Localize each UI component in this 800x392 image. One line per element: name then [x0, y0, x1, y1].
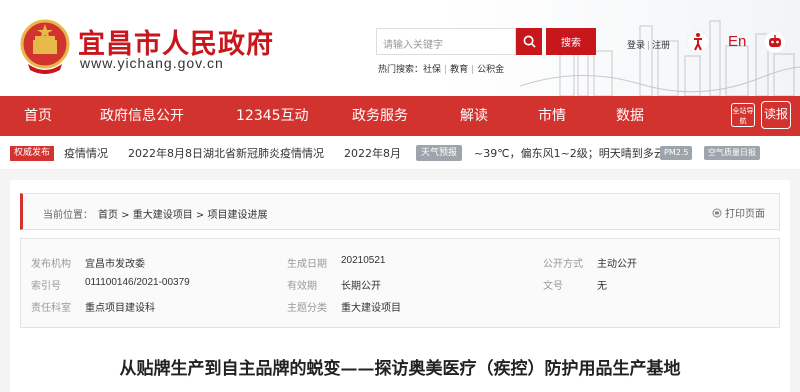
national-emblem-icon	[20, 19, 70, 74]
authority-release-tag: 权威发布	[10, 146, 55, 161]
search-button[interactable]: 搜索	[546, 28, 596, 55]
printer-icon	[712, 208, 722, 218]
meta-key: 有效期	[287, 281, 317, 292]
language-switch[interactable]: En	[728, 33, 746, 50]
meta-key: 索引号	[31, 281, 61, 292]
hot-term[interactable]: 社保	[423, 65, 441, 75]
register-link[interactable]: 注册	[652, 41, 670, 51]
meta-key: 文号	[543, 281, 563, 292]
meta-value: 长期公开	[341, 281, 381, 292]
hot-term[interactable]: 教育	[450, 65, 468, 75]
nav-interpret[interactable]: 解读	[460, 96, 488, 136]
pm25-badge[interactable]: PM2.5	[660, 146, 693, 160]
meta-key: 主题分类	[287, 303, 327, 314]
meta-value: 011100146/2021-00379	[85, 277, 190, 288]
site-url: www.yichang.gov.cn	[80, 55, 224, 71]
weather-tag: 天气预报	[416, 145, 463, 161]
nav-services[interactable]: 政务服务	[352, 96, 408, 136]
meta-value: 重点项目建设科	[85, 303, 155, 314]
read-paper-badge[interactable]: 读报	[761, 101, 791, 129]
nav-gov-info[interactable]: 政府信息公开	[100, 96, 184, 136]
article-title: 从贴牌生产到自主品牌的蜕变——探访奥美医疗（疾控）防护用品生产基地	[119, 359, 681, 379]
nav-home[interactable]: 首页	[24, 96, 52, 136]
hot-search: 热门搜索：社保 | 教育 | 公积金	[378, 65, 505, 75]
breadcrumb-label: 当前位置：	[43, 210, 93, 221]
nav-city[interactable]: 市情	[538, 96, 566, 136]
search-icon-button[interactable]	[516, 28, 542, 55]
meta-key: 发布机构	[31, 259, 71, 270]
accessibility-icon[interactable]	[686, 30, 710, 54]
site-header: 宜昌市人民政府 www.yichang.gov.cn 请输入关键字 搜索 热门搜…	[0, 0, 800, 96]
meta-value: 20210521	[341, 255, 386, 266]
ticker-item[interactable]: 2022年8月	[344, 145, 401, 161]
meta-value: 无	[597, 281, 607, 292]
hot-term[interactable]: 公积金	[477, 65, 504, 75]
user-links: 登录 | 注册	[627, 41, 671, 51]
nav-12345[interactable]: 12345互动	[236, 96, 309, 136]
meta-value: 重大建设项目	[341, 303, 401, 314]
meta-key: 生成日期	[287, 259, 327, 270]
meta-key: 公开方式	[543, 259, 583, 270]
login-link[interactable]: 登录	[627, 41, 645, 51]
content-area: 当前位置： 首页 > 重大建设项目 > 项目建设进展 打印页面 发布机构 宜昌市…	[10, 180, 790, 392]
ticker-item[interactable]: 2022年8月8日湖北省新冠肺炎疫情情况	[128, 145, 324, 161]
hot-search-label: 热门搜索：	[378, 65, 424, 75]
search-icon	[523, 35, 536, 48]
nav-data[interactable]: 数据	[616, 96, 644, 136]
meta-value: 主动公开	[597, 259, 637, 270]
ticker-item[interactable]: 疫情情况	[64, 145, 108, 161]
breadcrumb-path[interactable]: 首页 > 重大建设项目 > 项目建设进展	[98, 206, 267, 221]
site-nav-badge[interactable]: 全站导航	[731, 103, 755, 127]
print-label[interactable]: 打印页面	[725, 209, 765, 220]
air-quality-badge[interactable]: 空气质量日报	[704, 146, 760, 160]
document-meta: 发布机构 宜昌市发改委 生成日期 20210521 公开方式 主动公开 索引号 …	[20, 238, 780, 328]
meta-key: 责任科室	[31, 303, 71, 314]
news-ticker: 权威发布 疫情情况 2022年8月8日湖北省新冠肺炎疫情情况 2022年8月 天…	[0, 136, 800, 170]
search-input[interactable]: 请输入关键字	[376, 28, 516, 55]
weather-text: ~39℃，偏东风1~2级；明天晴到多云	[474, 147, 665, 160]
main-nav: 首页 政府信息公开 12345互动 政务服务 解读 市情 数据	[0, 96, 800, 136]
print-link[interactable]: 打印页面	[712, 205, 765, 220]
meta-value: 宜昌市发改委	[85, 259, 145, 270]
breadcrumb: 当前位置： 首页 > 重大建设项目 > 项目建设进展 打印页面	[20, 193, 780, 230]
robot-assistant-icon[interactable]	[763, 30, 787, 54]
